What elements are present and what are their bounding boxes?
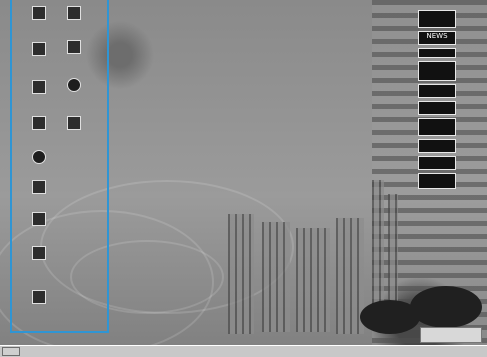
wallpaper-building-1	[228, 214, 254, 334]
desktop[interactable]: NEWS	[0, 0, 487, 357]
desktop-icon-recycle[interactable]	[14, 180, 64, 196]
globe-icon	[32, 150, 46, 164]
desktop-widget-8[interactable]	[418, 139, 456, 153]
briefcase-icon	[32, 246, 46, 260]
taskbar[interactable]	[0, 345, 487, 357]
people-icon	[32, 116, 46, 130]
desktop-widget-news[interactable]: NEWS	[418, 31, 456, 45]
desktop-icon-shortcut[interactable]	[49, 40, 99, 56]
shortcut-icon	[67, 40, 81, 54]
building-icon	[67, 116, 81, 130]
desktop-widget-6[interactable]	[418, 101, 456, 115]
desktop-icon-top-right[interactable]	[49, 6, 99, 22]
folder-icon	[67, 6, 81, 20]
computer-icon	[32, 6, 46, 20]
desktop-icon-globe[interactable]	[49, 78, 99, 94]
desktop-widget-4[interactable]	[418, 61, 456, 81]
app-icon	[32, 290, 46, 304]
desktop-widget-7[interactable]	[418, 118, 456, 136]
desktop-icon-folder[interactable]	[14, 212, 64, 228]
floating-toolbar[interactable]	[420, 327, 482, 343]
desktop-icon-briefcase[interactable]	[14, 246, 64, 262]
desktop-icon-building[interactable]	[49, 116, 99, 132]
desktop-widget-9[interactable]	[418, 156, 456, 170]
network-icon	[32, 80, 46, 94]
desktop-widget-10[interactable]	[418, 173, 456, 189]
desktop-icon-bottom[interactable]	[14, 290, 64, 306]
globe-icon	[67, 78, 81, 92]
wallpaper-building-3	[296, 228, 330, 332]
folder-icon	[32, 212, 46, 226]
start-button[interactable]	[2, 347, 20, 356]
desktop-icon-globe-2[interactable]	[14, 150, 64, 166]
wallpaper-dark-pad-2	[410, 286, 482, 328]
wallpaper-building-2	[262, 222, 290, 332]
widget-text: NEWS	[426, 32, 448, 40]
desktop-widget-3[interactable]	[418, 48, 456, 58]
inbox-icon	[32, 42, 46, 56]
desktop-widget-1[interactable]	[418, 10, 456, 28]
desktop-widget-5[interactable]	[418, 84, 456, 98]
recycle-bin-icon	[32, 180, 46, 194]
